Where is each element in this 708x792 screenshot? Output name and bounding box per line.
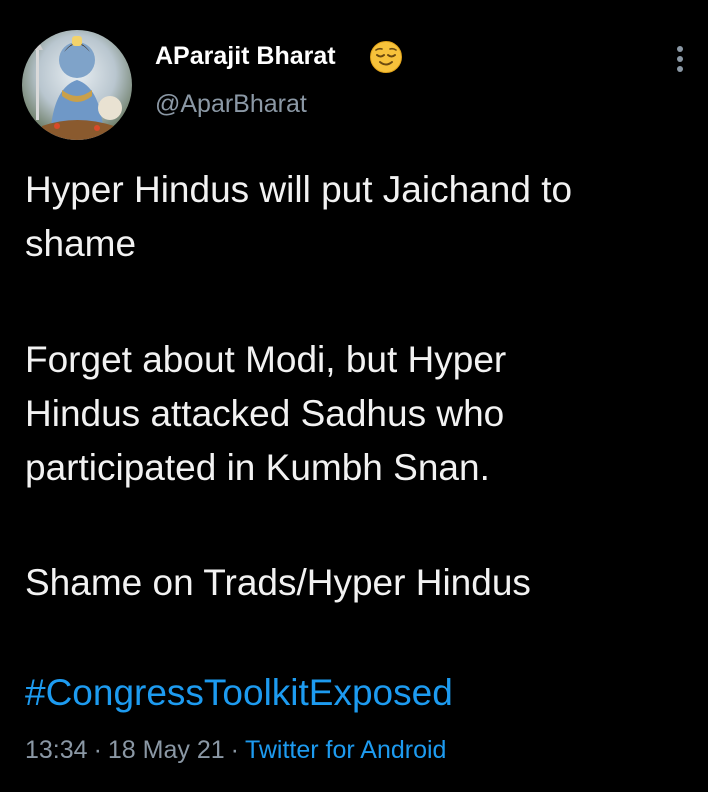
tweet-text-line: Shame on Trads/Hyper Hindus (25, 562, 531, 603)
tweet-text-line: Hyper Hindus will put Jaichand to (25, 169, 573, 210)
tweet-text-line: participated in Kumbh Snan. (25, 447, 490, 488)
tweet-time: 13:34 (25, 736, 88, 764)
author-handle[interactable]: @AparBharat (155, 90, 307, 119)
author-display-name[interactable]: AParajit Bharat (155, 42, 336, 71)
separator: · (93, 736, 102, 764)
tweet-text-line: shame (25, 223, 137, 264)
more-options-icon[interactable] (665, 42, 695, 76)
separator: · (230, 736, 239, 764)
relieved-face-icon (370, 41, 402, 73)
tweet-metadata: 13:34 · 18 May 21 · Twitter for Android (25, 733, 446, 767)
tweet: AParajit Bharat @AparBharat Hyper Hindus… (0, 0, 708, 792)
tweet-source-link[interactable]: Twitter for Android (245, 736, 446, 764)
avatar[interactable] (22, 30, 132, 140)
hashtag-link[interactable]: #CongressToolkitExposed (25, 666, 453, 720)
tweet-text-line: Forget about Modi, but Hyper (25, 339, 507, 380)
avatar-image (31, 36, 122, 140)
tweet-text-line: Hindus attacked Sadhus who (25, 393, 505, 434)
tweet-date: 18 May 21 (107, 736, 225, 764)
